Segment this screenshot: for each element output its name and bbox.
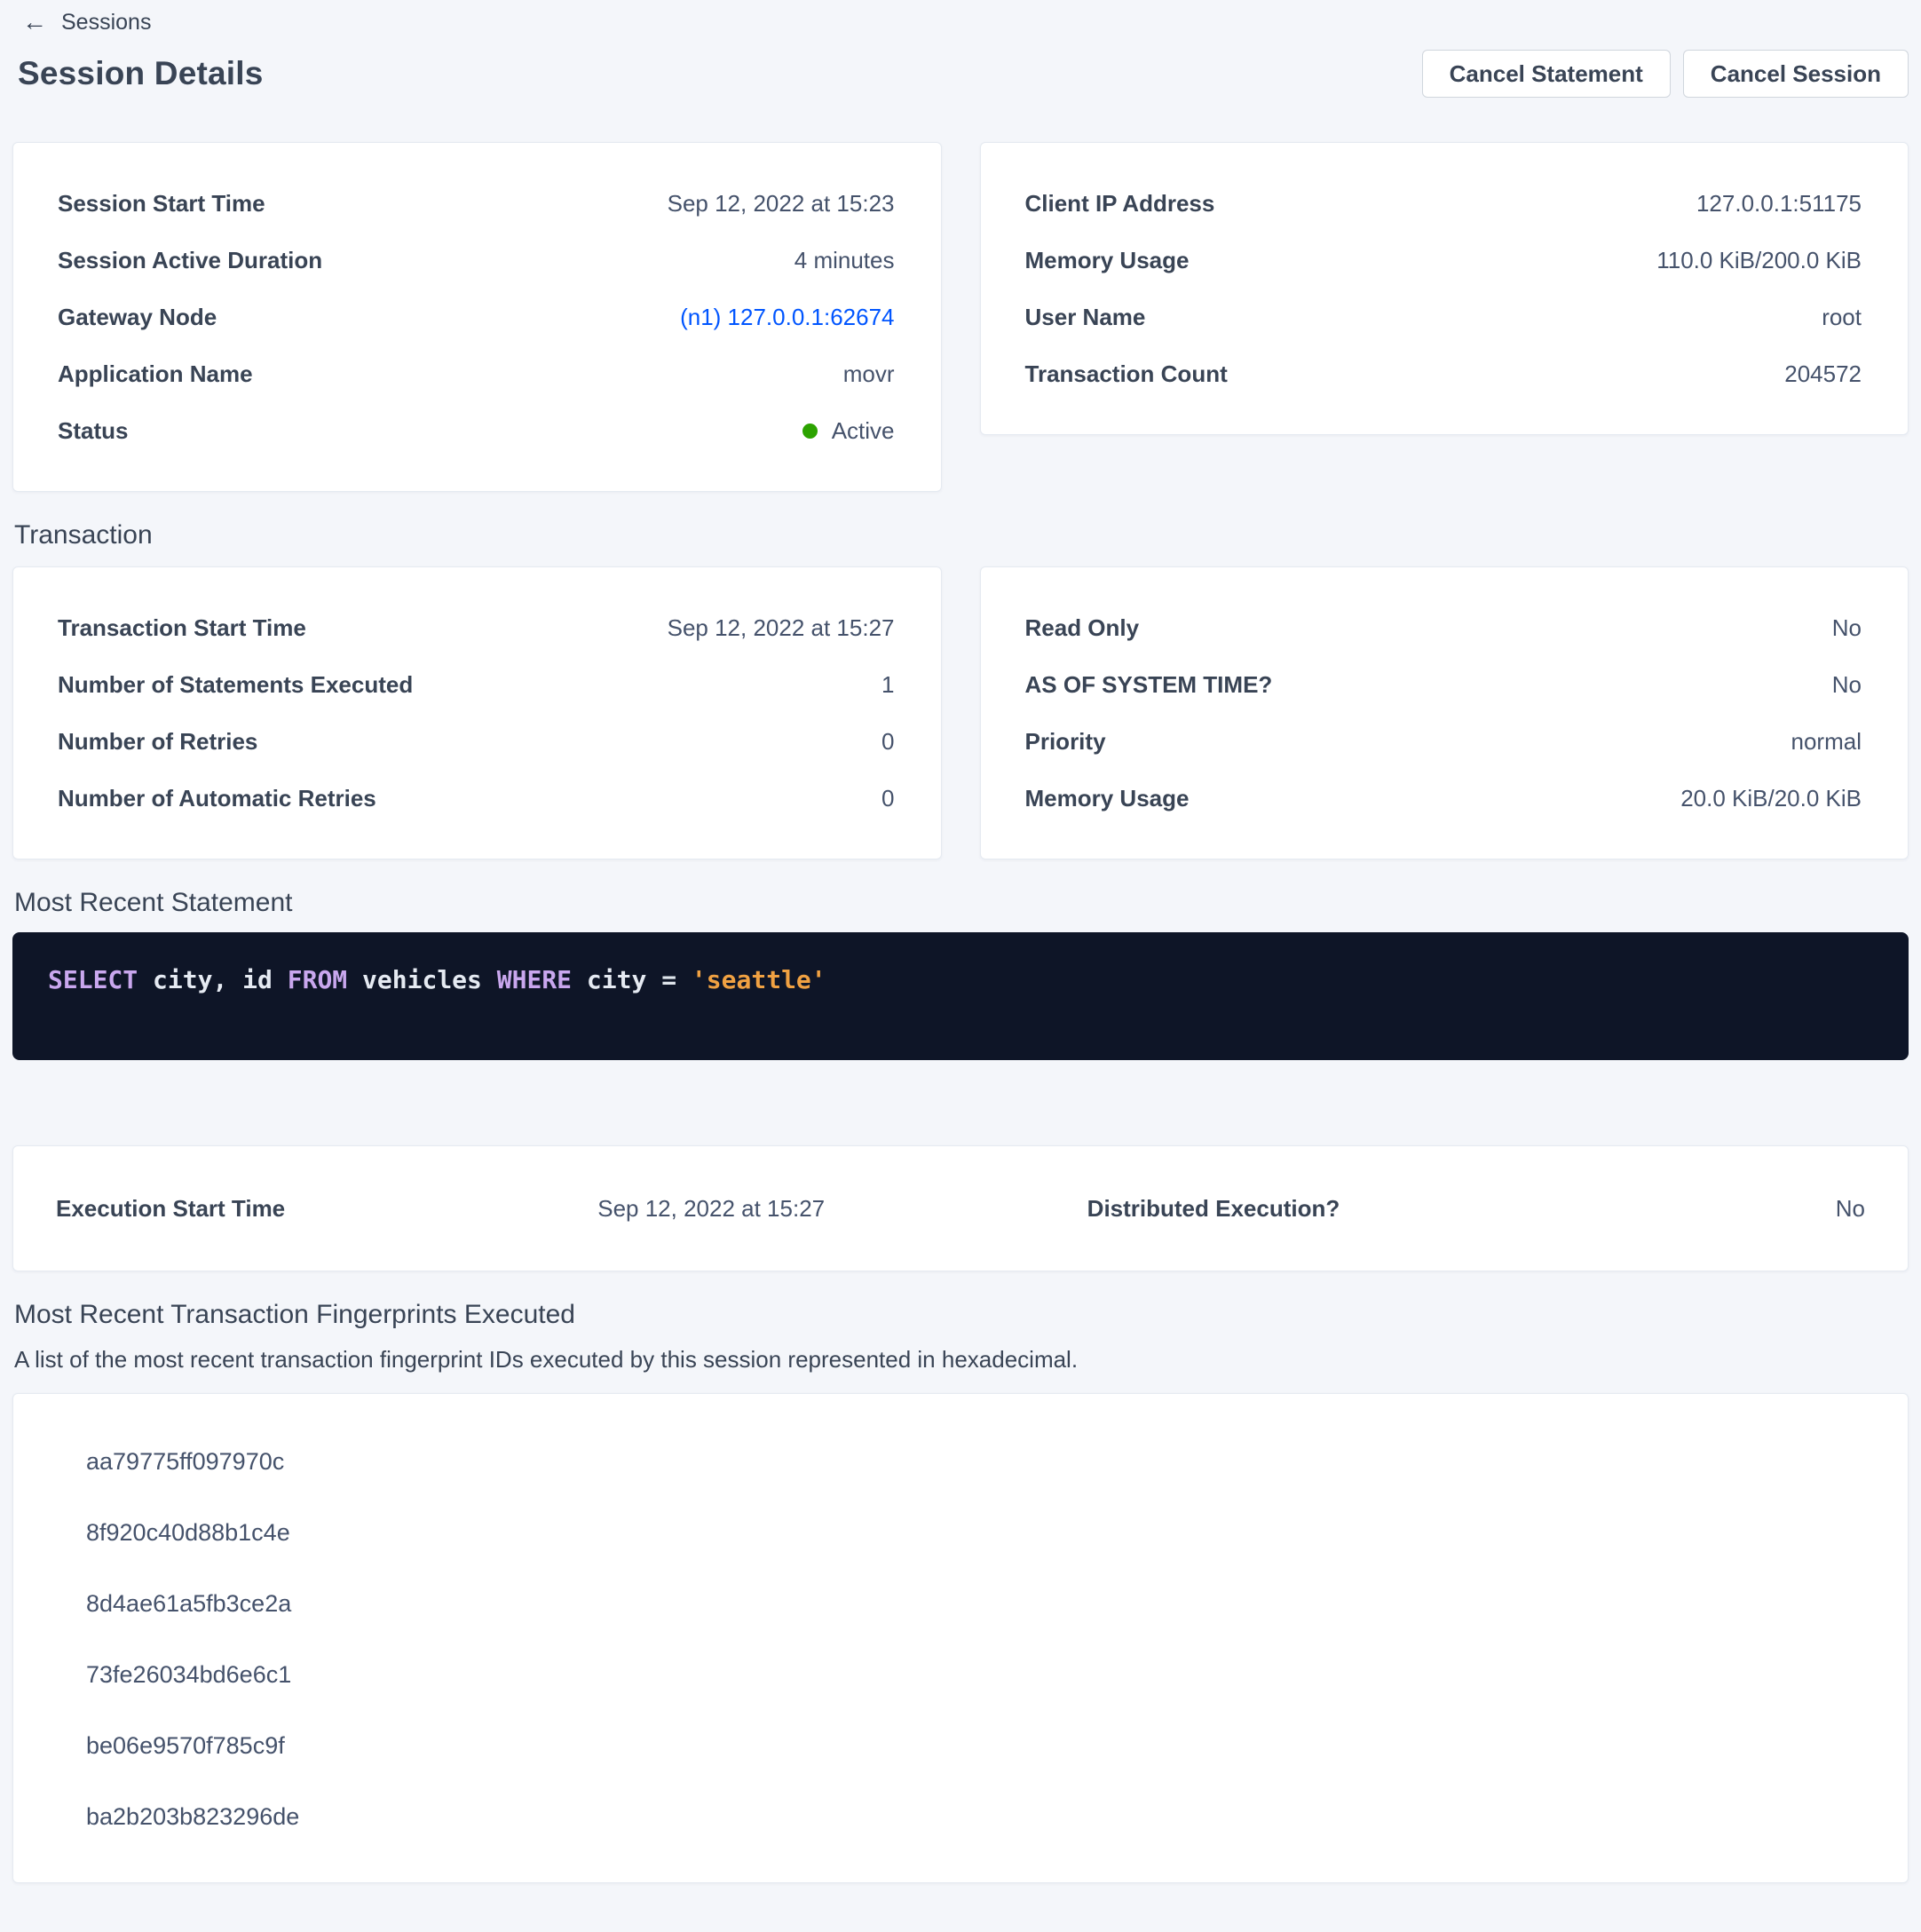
header-actions: Cancel Statement Cancel Session: [1422, 50, 1909, 98]
application-name-label: Application Name: [58, 360, 253, 388]
status-row: Status Active: [58, 402, 895, 459]
breadcrumb-label[interactable]: Sessions: [61, 10, 151, 36]
as-of-system-time-label: AS OF SYSTEM TIME?: [1025, 671, 1273, 699]
session-start-time-row: Session Start Time Sep 12, 2022 at 15:23: [58, 175, 895, 232]
transaction-start-time-row: Transaction Start Time Sep 12, 2022 at 1…: [58, 599, 895, 656]
sql-identifier: city: [572, 965, 661, 994]
gateway-node-label: Gateway Node: [58, 304, 217, 331]
automatic-retries-row: Number of Automatic Retries 0: [58, 770, 895, 827]
session-summary-row: Session Start Time Sep 12, 2022 at 15:23…: [12, 142, 1909, 492]
client-ip-value: 127.0.0.1:51175: [1696, 190, 1862, 218]
transaction-section-heading: Transaction: [12, 520, 1909, 550]
txn-memory-usage-row: Memory Usage 20.0 KiB/20.0 KiB: [1025, 770, 1862, 827]
session-summary-card-left: Session Start Time Sep 12, 2022 at 15:23…: [12, 142, 942, 492]
status-badge: Active: [802, 417, 895, 445]
breadcrumb[interactable]: ← Sessions: [12, 7, 1909, 37]
application-name-row: Application Name movr: [58, 345, 895, 402]
execution-start-time-value: Sep 12, 2022 at 15:27: [436, 1195, 825, 1223]
client-ip-row: Client IP Address 127.0.0.1:51175: [1025, 175, 1862, 232]
session-active-duration-row: Session Active Duration 4 minutes: [58, 232, 895, 289]
cancel-statement-button[interactable]: Cancel Statement: [1422, 50, 1671, 98]
sql-string-literal: 'seattle': [692, 965, 826, 994]
session-active-duration-value: 4 minutes: [794, 247, 895, 274]
session-active-duration-label: Session Active Duration: [58, 247, 322, 274]
sql-statement-box: SELECT city, id FROM vehicles WHERE city…: [12, 932, 1909, 1060]
session-start-time-label: Session Start Time: [58, 190, 265, 218]
priority-label: Priority: [1025, 728, 1106, 756]
retries-row: Number of Retries 0: [58, 713, 895, 770]
priority-value: normal: [1791, 728, 1862, 756]
statements-executed-label: Number of Statements Executed: [58, 671, 413, 699]
user-name-label: User Name: [1025, 304, 1146, 331]
read-only-value: No: [1832, 614, 1862, 642]
transaction-start-time-value: Sep 12, 2022 at 15:27: [668, 614, 895, 642]
client-ip-label: Client IP Address: [1025, 190, 1215, 218]
priority-row: Priority normal: [1025, 713, 1862, 770]
fingerprint-item: be06e9570f785c9f: [86, 1710, 1865, 1781]
sql-statement-text: SELECT city, id FROM vehicles WHERE city…: [48, 964, 1873, 996]
back-arrow-icon: ←: [22, 10, 47, 35]
sql-keyword: WHERE: [497, 965, 572, 994]
automatic-retries-label: Number of Automatic Retries: [58, 785, 376, 812]
transaction-start-time-label: Transaction Start Time: [58, 614, 306, 642]
txn-memory-usage-value: 20.0 KiB/20.0 KiB: [1680, 785, 1862, 812]
memory-usage-value: 110.0 KiB/200.0 KiB: [1656, 247, 1862, 274]
sql-identifier: vehicles: [347, 965, 497, 994]
transaction-row: Transaction Start Time Sep 12, 2022 at 1…: [12, 566, 1909, 859]
distributed-execution-value: No: [1485, 1195, 1865, 1223]
page-header: Session Details Cancel Statement Cancel …: [12, 50, 1909, 98]
sql-keyword: FROM: [288, 965, 347, 994]
read-only-label: Read Only: [1025, 614, 1140, 642]
transaction-card-right: Read Only No AS OF SYSTEM TIME? No Prior…: [980, 566, 1909, 859]
read-only-row: Read Only No: [1025, 599, 1862, 656]
application-name-value: movr: [843, 360, 895, 388]
fingerprint-item: 8d4ae61a5fb3ce2a: [86, 1568, 1865, 1639]
statements-executed-row: Number of Statements Executed 1: [58, 656, 895, 713]
status-value: Active: [832, 417, 895, 445]
as-of-system-time-row: AS OF SYSTEM TIME? No: [1025, 656, 1862, 713]
execution-start-time-label: Execution Start Time: [56, 1195, 436, 1223]
memory-usage-row: Memory Usage 110.0 KiB/200.0 KiB: [1025, 232, 1862, 289]
user-name-value: root: [1822, 304, 1862, 331]
transaction-count-value: 204572: [1784, 360, 1862, 388]
transaction-card-left: Transaction Start Time Sep 12, 2022 at 1…: [12, 566, 942, 859]
status-label: Status: [58, 417, 128, 445]
fingerprint-item: 73fe26034bd6e6c1: [86, 1639, 1865, 1710]
status-active-dot-icon: [802, 424, 818, 439]
automatic-retries-value: 0: [881, 785, 894, 812]
retries-value: 0: [881, 728, 894, 756]
sql-operator: =: [661, 965, 692, 994]
fingerprint-item: 8f920c40d88b1c4e: [86, 1497, 1865, 1568]
cancel-session-button[interactable]: Cancel Session: [1683, 50, 1909, 98]
execution-details-card: Execution Start Time Sep 12, 2022 at 15:…: [12, 1145, 1909, 1271]
session-details-page: ← Sessions Session Details Cancel Statem…: [0, 0, 1921, 1932]
transaction-count-label: Transaction Count: [1025, 360, 1228, 388]
user-name-row: User Name root: [1025, 289, 1862, 345]
sql-identifier: city, id: [138, 965, 288, 994]
gateway-node-link[interactable]: (n1) 127.0.0.1:62674: [680, 304, 894, 331]
session-summary-card-right: Client IP Address 127.0.0.1:51175 Memory…: [980, 142, 1909, 435]
sql-keyword: SELECT: [48, 965, 138, 994]
fingerprints-card: aa79775ff097970c 8f920c40d88b1c4e 8d4ae6…: [12, 1393, 1909, 1883]
fingerprints-description: A list of the most recent transaction fi…: [12, 1346, 1909, 1374]
gateway-node-row: Gateway Node (n1) 127.0.0.1:62674: [58, 289, 895, 345]
fingerprint-item: aa79775ff097970c: [86, 1426, 1865, 1497]
fingerprints-section-heading: Most Recent Transaction Fingerprints Exe…: [12, 1300, 1909, 1330]
memory-usage-label: Memory Usage: [1025, 247, 1190, 274]
txn-memory-usage-label: Memory Usage: [1025, 785, 1190, 812]
transaction-count-row: Transaction Count 204572: [1025, 345, 1862, 402]
distributed-execution-label: Distributed Execution?: [1087, 1195, 1485, 1223]
as-of-system-time-value: No: [1832, 671, 1862, 699]
retries-label: Number of Retries: [58, 728, 257, 756]
fingerprint-item: ba2b203b823296de: [86, 1781, 1865, 1852]
page-title: Session Details: [18, 55, 264, 92]
session-start-time-value: Sep 12, 2022 at 15:23: [668, 190, 895, 218]
statements-executed-value: 1: [881, 671, 894, 699]
statement-section-heading: Most Recent Statement: [12, 888, 1909, 918]
